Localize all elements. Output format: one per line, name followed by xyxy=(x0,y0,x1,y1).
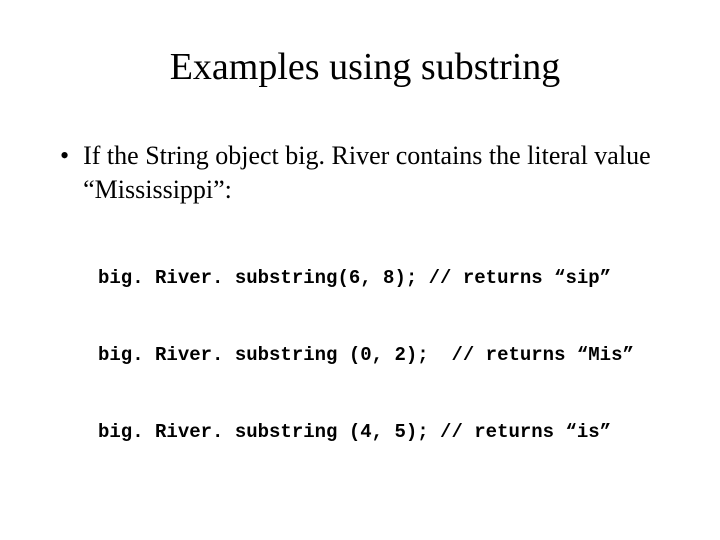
bullet-marker: • xyxy=(60,139,69,173)
code-block: big. River. substring(6, 8); // returns … xyxy=(98,215,670,497)
slide-title: Examples using substring xyxy=(60,45,670,89)
code-line-3: big. River. substring (4, 5); // returns… xyxy=(98,420,670,446)
code-line-1: big. River. substring(6, 8); // returns … xyxy=(98,266,670,292)
slide: Examples using substring • If the String… xyxy=(0,0,720,540)
bullet-item: • If the String object big. River contai… xyxy=(60,139,670,207)
bullet-text: If the String object big. River contains… xyxy=(83,139,670,207)
code-line-2: big. River. substring (0, 2); // returns… xyxy=(98,343,670,369)
